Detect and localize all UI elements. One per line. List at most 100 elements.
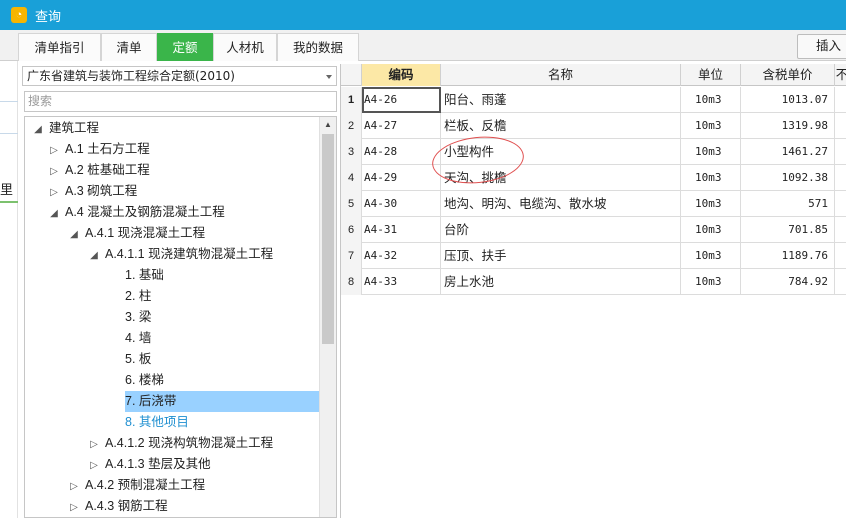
- cell-code[interactable]: A4-30: [362, 191, 441, 217]
- table-row[interactable]: 7 A4-32 压顶、扶手 10m3 1189.76: [341, 243, 846, 269]
- cell-name[interactable]: 房上水池: [441, 269, 681, 295]
- table-row[interactable]: 4 A4-29 天沟、挑檐 10m3 1092.38: [341, 165, 846, 191]
- search-input[interactable]: 搜索: [24, 91, 337, 112]
- cell-price[interactable]: 1092.38: [741, 165, 835, 191]
- tab-strip: 清单指引 清单 定额 人材机 我的数据: [0, 30, 846, 61]
- cell-unit[interactable]: 10m3: [681, 87, 741, 113]
- background-gridline: [0, 101, 18, 102]
- cell-price[interactable]: 571: [741, 191, 835, 217]
- cell-code[interactable]: A4-26: [362, 87, 441, 113]
- cell-unit[interactable]: 10m3: [681, 191, 741, 217]
- tree-leaf[interactable]: 6. 楼梯: [25, 370, 319, 391]
- cell-name[interactable]: 压顶、扶手: [441, 243, 681, 269]
- cell-code[interactable]: A4-27: [362, 113, 441, 139]
- column-header-price[interactable]: 含税单价: [741, 64, 835, 86]
- column-header-code[interactable]: 编码: [362, 64, 441, 86]
- tree-leaf[interactable]: 3. 梁: [25, 307, 319, 328]
- tree-leaf[interactable]: 5. 板: [25, 349, 319, 370]
- insert-button[interactable]: 插入: [797, 34, 846, 59]
- tree-node[interactable]: ▷ A.4.2 预制混凝土工程: [25, 475, 319, 496]
- background-gridline: [0, 133, 18, 134]
- cell-name[interactable]: 台阶: [441, 217, 681, 243]
- tree-node[interactable]: ▷ A.4.1.3 垫层及其他: [25, 454, 319, 475]
- cell-unit[interactable]: 10m3: [681, 243, 741, 269]
- tree-node[interactable]: ▷ A.4.3 钢筋工程: [25, 496, 319, 517]
- expanded-chevron-icon[interactable]: ◢: [49, 203, 59, 224]
- row-number: 5: [341, 191, 362, 217]
- tree-leaf[interactable]: 8. 其他项目: [25, 412, 319, 433]
- tree-node[interactable]: ▷ A.2 桩基础工程: [25, 160, 319, 181]
- tree-scrollbar[interactable]: ▲: [319, 117, 336, 517]
- cell-code[interactable]: A4-32: [362, 243, 441, 269]
- cell-code[interactable]: A4-29: [362, 165, 441, 191]
- app-logo-icon: ◔: [11, 7, 27, 23]
- cell-code[interactable]: A4-28: [362, 139, 441, 165]
- table-row[interactable]: 5 A4-30 地沟、明沟、电缆沟、散水坡 10m3 571: [341, 191, 846, 217]
- tab-labor-material-machine[interactable]: 人材机: [213, 33, 277, 61]
- column-header-extra[interactable]: 不: [835, 64, 846, 86]
- tree-leaf-selected[interactable]: 7. 后浇带: [125, 391, 319, 412]
- background-window-edge: 里: [0, 61, 18, 518]
- tree-node[interactable]: ◢ 建筑工程: [25, 118, 319, 139]
- tab-quota[interactable]: 定额: [157, 33, 213, 61]
- collapsed-chevron-icon[interactable]: ▷: [69, 497, 79, 517]
- tab-bill[interactable]: 清单: [101, 33, 157, 61]
- cell-price[interactable]: 701.85: [741, 217, 835, 243]
- table-row[interactable]: 6 A4-31 台阶 10m3 701.85: [341, 217, 846, 243]
- quota-book-select[interactable]: 广东省建筑与装饰工程综合定额(2010): [22, 66, 337, 86]
- scroll-up-icon[interactable]: ▲: [320, 117, 336, 133]
- column-header-name[interactable]: 名称: [441, 64, 681, 86]
- cell-name[interactable]: 小型构件: [441, 139, 681, 165]
- collapsed-chevron-icon[interactable]: ▷: [49, 161, 59, 182]
- quota-grid: 编码 名称 单位 含税单价 不 1 A4-26 阳台、雨蓬 10m3 1013.…: [340, 64, 846, 518]
- table-row[interactable]: 3 A4-28 小型构件 10m3 1461.27: [341, 139, 846, 165]
- table-row[interactable]: 1 A4-26 阳台、雨蓬 10m3 1013.07: [341, 87, 846, 113]
- cell-unit[interactable]: 10m3: [681, 113, 741, 139]
- expanded-chevron-icon[interactable]: ◢: [69, 224, 79, 245]
- quota-tree: ◢ 建筑工程 ▷ A.1 土石方工程 ▷ A.2 桩基础工程 ▷ A.3 砌筑工程 ◢ A…: [24, 116, 337, 518]
- cell-name[interactable]: 栏板、反檐: [441, 113, 681, 139]
- chevron-down-icon[interactable]: [326, 75, 332, 79]
- tree-leaf[interactable]: 4. 墙: [25, 328, 319, 349]
- cell-unit[interactable]: 10m3: [681, 269, 741, 295]
- cell-code[interactable]: A4-33: [362, 269, 441, 295]
- cell-price[interactable]: 1189.76: [741, 243, 835, 269]
- collapsed-chevron-icon[interactable]: ▷: [89, 455, 99, 476]
- tree-node[interactable]: ◢ A.4.1 现浇混凝土工程: [25, 223, 319, 244]
- collapsed-chevron-icon[interactable]: ▷: [49, 182, 59, 203]
- column-header-unit[interactable]: 单位: [681, 64, 741, 86]
- row-number: 1: [341, 87, 362, 113]
- tree-node[interactable]: ◢ A.4.1.1 现浇建筑物混凝土工程: [25, 244, 319, 265]
- tab-bill-guide[interactable]: 清单指引: [18, 33, 101, 61]
- cell-price[interactable]: 784.92: [741, 269, 835, 295]
- collapsed-chevron-icon[interactable]: ▷: [89, 434, 99, 455]
- cell-unit[interactable]: 10m3: [681, 165, 741, 191]
- tree-node[interactable]: ▷ A.1 土石方工程: [25, 139, 319, 160]
- cell-name[interactable]: 天沟、挑檐: [441, 165, 681, 191]
- cell-unit[interactable]: 10m3: [681, 217, 741, 243]
- row-number: 8: [341, 269, 362, 295]
- quota-book-value: 广东省建筑与装饰工程综合定额(2010): [27, 69, 235, 83]
- collapsed-chevron-icon[interactable]: ▷: [69, 476, 79, 497]
- cell-price[interactable]: 1319.98: [741, 113, 835, 139]
- tree-node[interactable]: ▷ A.4.1.2 现浇构筑物混凝土工程: [25, 433, 319, 454]
- tree-node[interactable]: ▷ A.3 砌筑工程: [25, 181, 319, 202]
- table-row[interactable]: 8 A4-33 房上水池 10m3 784.92: [341, 269, 846, 295]
- cell-code[interactable]: A4-31: [362, 217, 441, 243]
- collapsed-chevron-icon[interactable]: ▷: [49, 140, 59, 161]
- cell-unit[interactable]: 10m3: [681, 139, 741, 165]
- cell-name[interactable]: 阳台、雨蓬: [441, 87, 681, 113]
- quota-library-panel: 广东省建筑与装饰工程综合定额(2010) 搜索 ◢ 建筑工程 ▷ A.1 土石方工程…: [22, 64, 340, 518]
- tree-leaf[interactable]: 2. 柱: [25, 286, 319, 307]
- cell-price[interactable]: 1013.07: [741, 87, 835, 113]
- expanded-chevron-icon[interactable]: ◢: [89, 245, 99, 266]
- scrollbar-thumb[interactable]: [322, 134, 334, 344]
- tree-node[interactable]: ◢ A.4 混凝土及钢筋混凝土工程: [25, 202, 319, 223]
- tab-my-data[interactable]: 我的数据: [277, 33, 359, 61]
- expanded-chevron-icon[interactable]: ◢: [33, 119, 43, 140]
- cell-name[interactable]: 地沟、明沟、电缆沟、散水坡: [441, 191, 681, 217]
- tree-leaf[interactable]: 1. 基础: [25, 265, 319, 286]
- row-number: 3: [341, 139, 362, 165]
- cell-price[interactable]: 1461.27: [741, 139, 835, 165]
- table-row[interactable]: 2 A4-27 栏板、反檐 10m3 1319.98: [341, 113, 846, 139]
